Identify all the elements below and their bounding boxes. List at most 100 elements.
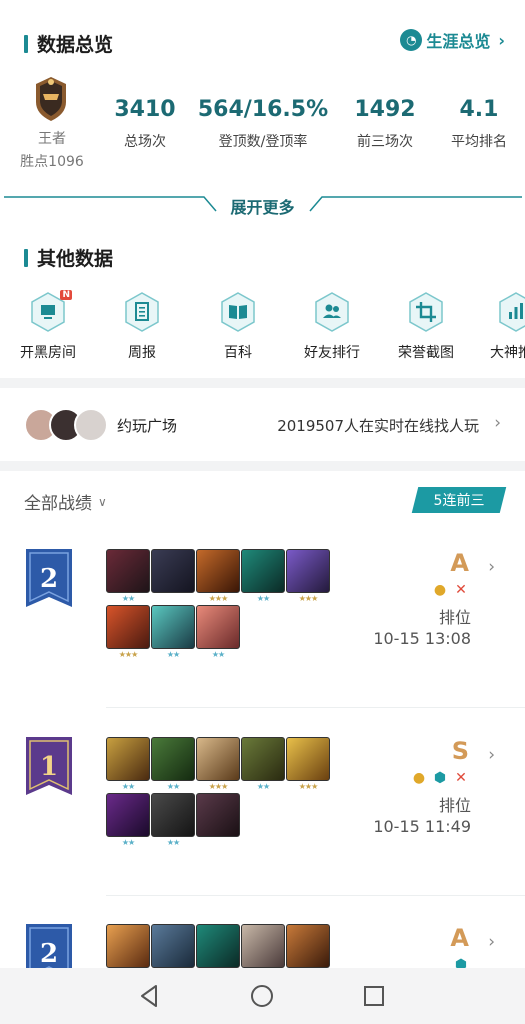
tool-weekly-report[interactable]: 周报 xyxy=(102,292,182,362)
placement-banner-icon: 2 xyxy=(26,924,72,968)
stat-top-three: 1492 前三场次 xyxy=(346,97,424,151)
match-time: 10-15 13:08 xyxy=(373,629,471,648)
match-time: 10-15 11:49 xyxy=(373,817,471,836)
other-data-header: 其他数据 xyxy=(24,244,113,271)
tool-wiki[interactable]: 百科 xyxy=(198,292,278,362)
champion-portrait xyxy=(151,549,195,593)
match-grade: A xyxy=(450,549,469,577)
tool-room[interactable]: N 开黑房间 xyxy=(8,290,88,362)
chart-icon xyxy=(499,292,525,332)
champion-portrait xyxy=(151,737,195,781)
filter-label: 全部战绩 xyxy=(24,494,92,514)
match-record[interactable]: 2 A › ⬢ xyxy=(0,922,525,968)
placement-banner-icon: 1 xyxy=(26,737,72,795)
swords-icon: ✕ xyxy=(455,770,467,786)
tool-label: 好友排行 xyxy=(304,345,360,361)
champion-portrait xyxy=(286,737,330,781)
stat-value: 1492 xyxy=(354,97,416,122)
tool-friend-ranking[interactable]: 好友排行 xyxy=(292,292,372,362)
play-plaza-row[interactable]: 约玩广场 2019507人在实时在线找人玩 › xyxy=(0,390,525,460)
match-record[interactable]: 1 ★★ ★★ ★★★ ★★ ★★★ ★★ ★★ S › ● ⬢ ✕ 排位 10… xyxy=(0,735,525,915)
career-link-label: 生涯总览 xyxy=(426,32,491,51)
chevron-right-icon: › xyxy=(488,557,495,577)
overview-title: 数据总览 xyxy=(37,34,114,56)
chevron-right-icon: › xyxy=(494,413,501,433)
champion-portrait xyxy=(151,924,195,968)
champion-portrait xyxy=(106,549,150,593)
match-grade: S xyxy=(451,737,469,765)
stat-value: 564/16.5% xyxy=(197,97,329,122)
champion-portrait xyxy=(196,549,240,593)
champion-portrait xyxy=(196,793,240,837)
champion-portrait xyxy=(106,737,150,781)
tool-honor-screenshot[interactable]: 荣誉截图 xyxy=(386,292,466,362)
coin-icon: ● xyxy=(433,582,447,598)
champion-portrait xyxy=(151,793,195,837)
swords-icon: ✕ xyxy=(455,582,467,598)
champion-portrait xyxy=(106,793,150,837)
stat-value: 4.1 xyxy=(459,97,499,122)
report-icon xyxy=(125,292,159,332)
tool-label: 百科 xyxy=(224,345,252,361)
stat-total-games: 3410 总场次 xyxy=(110,97,180,151)
placement-number: 2 xyxy=(40,564,58,594)
champion-portrait xyxy=(151,605,195,649)
crop-icon xyxy=(409,292,443,332)
stat-label: 总场次 xyxy=(124,134,166,150)
friends-icon xyxy=(315,292,349,332)
stat-value: 3410 xyxy=(114,97,176,122)
back-icon[interactable] xyxy=(136,982,164,1010)
stat-avg-rank: 4.1 平均排名 xyxy=(440,97,518,151)
section-accent-bar xyxy=(24,34,28,53)
match-record[interactable]: 2 ★★ ★★★ ★★ ★★★ ★★★ ★★ ★★ A › ● ✕ 排位 10-… xyxy=(0,547,525,727)
champion-portrait xyxy=(196,605,240,649)
champion-portrait xyxy=(106,605,150,649)
stat-label: 登顶数/登顶率 xyxy=(218,134,308,150)
hex-shield-icon: ⬢ xyxy=(433,770,447,786)
streak-text: 5连前三 xyxy=(433,493,485,509)
plaza-label: 约玩广场 xyxy=(117,417,178,435)
recents-icon[interactable] xyxy=(360,982,388,1010)
champion-portrait xyxy=(241,737,285,781)
tool-label: 大神推 xyxy=(490,345,525,361)
section-accent-bar xyxy=(24,248,28,267)
match-mode: 排位 xyxy=(438,608,471,627)
plaza-avatars xyxy=(24,408,108,442)
chevron-down-icon: ∨ xyxy=(98,494,107,509)
expand-more-button[interactable]: 展开更多 xyxy=(0,194,525,218)
match-tags: ● ⬢ ✕ xyxy=(407,769,470,787)
divider xyxy=(106,895,525,896)
divider xyxy=(106,707,525,708)
placement-number: 2 xyxy=(40,939,58,968)
career-icon: ◔ xyxy=(400,29,423,51)
rank-name: 王者 xyxy=(38,131,66,147)
rank-points: 胜点1096 xyxy=(20,154,84,170)
stat-label: 平均排名 xyxy=(451,134,507,150)
champion-portrait xyxy=(241,924,285,968)
chevron-right-icon: › xyxy=(498,30,505,50)
section-gap xyxy=(0,378,525,388)
plaza-online-count: 2019507人在实时在线找人玩 xyxy=(277,417,479,435)
streak-badge: 5连前三 xyxy=(411,487,507,513)
records-filter-dropdown[interactable]: 全部战绩 ∨ xyxy=(24,489,107,514)
chevron-right-icon: › xyxy=(488,932,495,952)
tool-label: 荣誉截图 xyxy=(398,345,454,361)
section-gap xyxy=(0,461,525,471)
stat-label: 前三场次 xyxy=(357,134,413,150)
match-grade: A xyxy=(450,924,469,952)
career-overview-link[interactable]: ◔ 生涯总览 › xyxy=(400,28,505,52)
new-badge: N xyxy=(60,290,72,300)
placement-banner-icon: 2 xyxy=(26,549,72,607)
tool-label: 周报 xyxy=(128,345,156,361)
tool-expert-recommend[interactable]: 大神推 xyxy=(476,292,525,362)
book-icon xyxy=(221,292,255,332)
champion-portrait xyxy=(286,549,330,593)
placement-number: 1 xyxy=(40,752,58,782)
avatar xyxy=(74,408,108,442)
rank-emblem-icon xyxy=(36,77,66,121)
chevron-right-icon: › xyxy=(488,745,495,765)
champion-portrait xyxy=(196,737,240,781)
tools-row: N 开黑房间 周报 百科 好友排行 荣誉截图 大神推 xyxy=(0,290,525,372)
home-icon[interactable] xyxy=(248,982,276,1010)
champion-portrait xyxy=(106,924,150,968)
